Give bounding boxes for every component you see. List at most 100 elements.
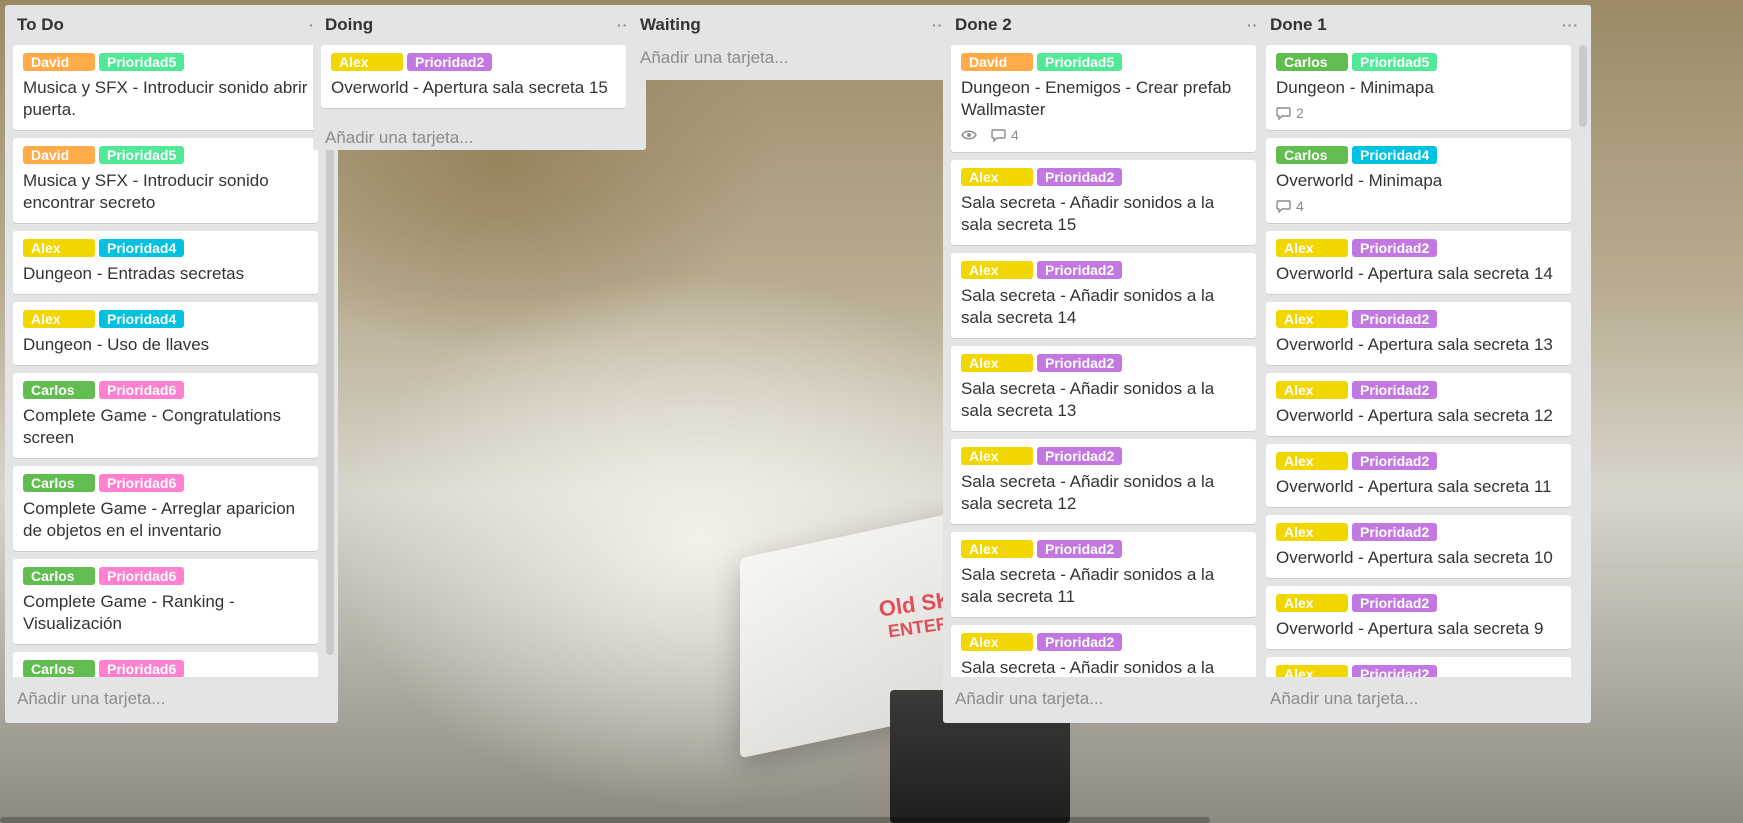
card-title: Sala secreta - Añadir sonidos a la sala … <box>961 565 1215 606</box>
card-title: Sala secreta - Añadir sonidos a la sala … <box>961 193 1215 234</box>
card[interactable]: Alex Prioridad2 Overworld - Apertura sala … <box>1266 515 1571 578</box>
add-card-button[interactable]: Añadir una tarjeta... <box>5 677 338 721</box>
list-title[interactable]: Waiting <box>640 15 701 35</box>
label-prioridad6: Prioridad6 <box>99 660 185 677</box>
board: To Do ··· DavidPrioridad5Musica y SFX - In… <box>0 0 1743 823</box>
card[interactable]: David Prioridad5 Musica y SFX - Introducir… <box>13 138 318 223</box>
card-labels: Alex Prioridad2 <box>961 168 1246 186</box>
list-title[interactable]: Doing <box>325 15 373 35</box>
label-prioridad2: Prioridad2 <box>1037 261 1123 279</box>
card[interactable]: Alex Prioridad2 Sala secreta - Añadir soni… <box>951 346 1256 431</box>
list-menu-icon[interactable]: ··· <box>1562 17 1579 33</box>
label-carlos: Carlos <box>23 381 95 399</box>
card[interactable]: CarlosPrioridad6 Complete Game - Ranking … <box>13 559 318 644</box>
card-labels: Alex Prioridad2 <box>1276 452 1561 470</box>
add-card-button[interactable]: Añadir una tarjeta... <box>313 116 646 160</box>
card[interactable]: Alex Prioridad2 Sala secreta - Añadir soni… <box>951 253 1256 338</box>
card[interactable]: Carlos Prioridad5 Dungeon - Minimapa 2 <box>1266 45 1571 130</box>
card-title: Overworld - Apertura sala secreta 11 <box>1276 477 1552 496</box>
card-labels: Carlos Prioridad6 <box>23 660 308 677</box>
label-carlos: Carlos <box>23 567 95 585</box>
comment-count: 4 <box>1296 198 1304 214</box>
label-prioridad2: Prioridad2 <box>1352 310 1438 328</box>
label-prioridad2: Prioridad2 <box>1352 452 1438 470</box>
comment-count: 4 <box>1011 127 1019 143</box>
card-title: Sala secreta - Añadir sonidos a la sala … <box>961 286 1215 327</box>
card[interactable]: Alex Prioridad2 Sala secreta - Añadir soni… <box>951 625 1256 677</box>
comments-badge: 2 <box>1276 105 1304 121</box>
card-labels: Alex Prioridad2 <box>1276 239 1561 257</box>
card-title: Overworld - Apertura sala secreta 13 <box>1276 335 1553 354</box>
card[interactable]: Carlos Prioridad4 Overworld - Minimapa 4 <box>1266 138 1571 223</box>
card-labels: Alex Prioridad4 <box>23 310 308 328</box>
card[interactable]: Alex Prioridad2 Sala secreta - Añadir soni… <box>951 532 1256 617</box>
card[interactable]: Alex Prioridad2 Overworld - Apertura sala … <box>1266 231 1571 294</box>
card[interactable]: Alex Prioridad2 Overworld - Apertura sala … <box>321 45 626 108</box>
card-list: Carlos Prioridad5 Dungeon - Minimapa 2 Carlo… <box>1258 45 1591 677</box>
card-badges: 4 <box>961 127 1246 143</box>
card-title: Musica y SFX - Introducir sonido encontr… <box>23 171 269 212</box>
label-alex: Alex <box>23 310 95 328</box>
card-badges: 4 <box>1276 198 1561 214</box>
label-prioridad2: Prioridad2 <box>1352 665 1438 677</box>
comment-icon <box>991 128 1006 142</box>
card[interactable]: Alex Prioridad2 Overworld - Apertura sala … <box>1266 586 1571 649</box>
card-title: Overworld - Minimapa <box>1276 171 1443 190</box>
card[interactable]: David Prioridad5 Dungeon - Enemigos - Crea… <box>951 45 1256 152</box>
add-card-button[interactable]: Añadir una tarjeta... <box>943 677 1276 721</box>
card-labels: Alex Prioridad2 <box>961 633 1246 651</box>
board-horizontal-scrollbar[interactable] <box>0 817 1210 823</box>
label-alex: Alex <box>1276 239 1348 257</box>
card-title: Dungeon - Enemigos - Crear prefab Wallma… <box>961 78 1232 119</box>
label-alex: Alex <box>23 239 95 257</box>
card-title: Complete Game - Ranking - Visualización <box>23 592 235 633</box>
label-prioridad2: Prioridad2 <box>1352 381 1438 399</box>
card[interactable]: Alex Prioridad2 <box>1266 657 1571 677</box>
card-title: Complete Game - Arreglar aparicion de ob… <box>23 499 296 540</box>
list-done-1: Done 1 ··· Carlos Prioridad5 Dungeon - Minim… <box>1258 5 1591 723</box>
card-title: Dungeon - Uso de llaves <box>23 335 210 354</box>
label-prioridad5: Prioridad5 <box>99 53 185 71</box>
comment-icon <box>1276 106 1291 120</box>
list-header: Doing ··· <box>313 5 646 45</box>
label-carlos: Carlos <box>23 474 95 492</box>
card-title: Musica y SFX - Introducir sonido abrir p… <box>23 78 308 119</box>
card-labels: Alex Prioridad2 <box>331 53 616 71</box>
list-title[interactable]: Done 2 <box>955 15 1012 35</box>
card[interactable]: Alex Prioridad4 Dungeon - Uso de llaves <box>13 302 318 365</box>
card[interactable]: Alex Prioridad2 Overworld - Apertura sala … <box>1266 302 1571 365</box>
card-labels: Carlos Prioridad6 <box>23 474 308 492</box>
card[interactable]: Alex Prioridad2 Sala secreta - Añadir soni… <box>951 439 1256 524</box>
watch-icon <box>961 129 977 141</box>
card-labels: Alex Prioridad2 <box>961 354 1246 372</box>
list-title[interactable]: Done 1 <box>1270 15 1327 35</box>
card-labels: Alex Prioridad4 <box>23 239 308 257</box>
card-list: David Prioridad5 Dungeon - Enemigos - Crea… <box>943 45 1276 677</box>
card[interactable]: CarlosPrioridad6Complete Game - Ranking … <box>13 652 318 677</box>
card-title: Sala secreta - Añadir sonidos a la sala … <box>961 472 1215 513</box>
label-alex: Alex <box>331 53 403 71</box>
card-title: Sala secreta - Añadir sonidos a la sala … <box>961 658 1215 677</box>
comment-count: 2 <box>1296 105 1304 121</box>
card-labels: Alex Prioridad2 <box>1276 381 1561 399</box>
label-alex: Alex <box>961 354 1033 372</box>
card[interactable]: Carlos Prioridad6 Complete Game - Congratu… <box>13 373 318 458</box>
card[interactable]: Alex Prioridad2 Sala secreta - Añadir soni… <box>951 160 1256 245</box>
card[interactable]: Alex Prioridad2 Overworld - Apertura sala … <box>1266 373 1571 436</box>
add-card-button[interactable]: Añadir una tarjeta... <box>628 41 961 75</box>
card[interactable]: Carlos Prioridad6 Complete Game - Arreglar… <box>13 466 318 551</box>
label-prioridad6: Prioridad6 <box>99 381 185 399</box>
add-card-button[interactable]: Añadir una tarjeta... <box>1258 677 1591 721</box>
card-list: Alex Prioridad2 Overworld - Apertura sala … <box>313 45 646 116</box>
card[interactable]: David Prioridad5 Musica y SFX - Introducir… <box>13 45 318 130</box>
list-title[interactable]: To Do <box>17 15 64 35</box>
card[interactable]: Alex Prioridad4 Dungeon - Entradas secreta… <box>13 231 318 294</box>
label-prioridad5: Prioridad5 <box>1352 53 1438 71</box>
card[interactable]: Alex Prioridad2 Overworld - Apertura sala … <box>1266 444 1571 507</box>
card-title: Overworld - Apertura sala secreta 15 <box>331 78 608 97</box>
list-scrollbar[interactable] <box>1579 45 1587 127</box>
comments-badge: 4 <box>1276 198 1304 214</box>
list-done-2: Done 2 ··· David Prioridad5 Dungeon - Enemig… <box>943 5 1276 723</box>
label-alex: Alex <box>1276 594 1348 612</box>
card-labels: Carlos Prioridad6 <box>23 567 308 585</box>
